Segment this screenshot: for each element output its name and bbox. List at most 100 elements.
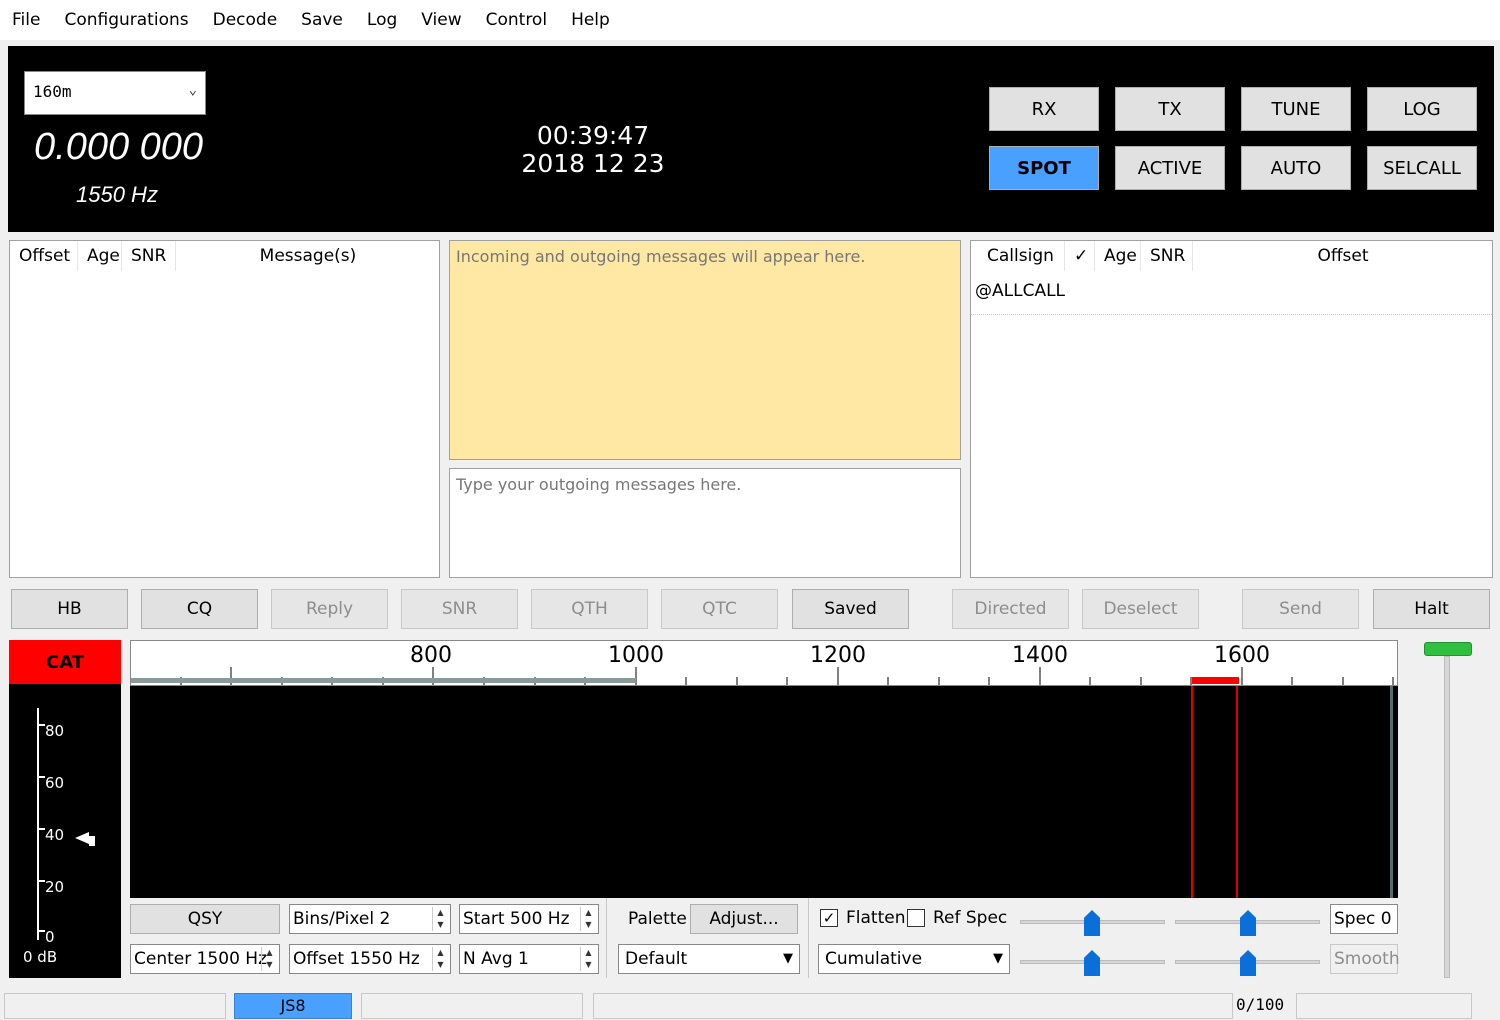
outgoing-message-input[interactable]: Type your outgoing messages here. <box>449 468 961 578</box>
smooth-spinbox[interactable]: Smooth <box>1330 944 1400 974</box>
spectrum-mode-select[interactable]: Cumulative ▼ <box>818 944 1010 974</box>
qth-button[interactable]: QTH <box>531 589 648 629</box>
col-messages[interactable]: Message(s) <box>176 241 440 271</box>
utc-clock: 00:39:47 2018 12 23 <box>468 122 718 178</box>
status-segment <box>4 993 226 1019</box>
col-offset[interactable]: Offset <box>1193 241 1493 271</box>
selcall-button[interactable]: SELCALL <box>1367 146 1477 190</box>
offset-spinbox[interactable]: Offset 1550 Hz ▲ ▼ <box>289 944 451 974</box>
navg-value: N Avg 1 <box>463 949 529 969</box>
spin-arrows-icon[interactable]: ▲ ▼ <box>580 947 596 971</box>
hb-button[interactable]: HB <box>11 589 128 629</box>
dial-frequency: 0.000 000 <box>34 126 204 168</box>
bins-spinbox[interactable]: Bins/Pixel 2 ▲ ▼ <box>289 904 451 934</box>
clock-time: 00:39:47 <box>536 121 650 150</box>
col-age[interactable]: Age <box>78 241 122 271</box>
saved-button[interactable]: Saved <box>792 589 909 629</box>
meter-tick <box>37 930 45 932</box>
menu-save[interactable]: Save <box>289 0 355 40</box>
spectrum-mode-value: Cumulative <box>825 949 923 969</box>
volume-slider-track[interactable] <box>1444 656 1450 978</box>
menu-configurations[interactable]: Configurations <box>52 0 200 40</box>
status-segment <box>1296 993 1472 1019</box>
qtc-button[interactable]: QTC <box>661 589 778 629</box>
menu-view[interactable]: View <box>409 0 473 40</box>
palette-select[interactable]: Default ▼ <box>618 944 800 974</box>
col-offset[interactable]: Offset <box>10 241 78 271</box>
active-button[interactable]: ACTIVE <box>1115 146 1225 190</box>
tx-marker-right <box>1236 686 1238 898</box>
clock-date: 2018 12 23 <box>521 149 665 178</box>
ref-spec-label: Ref Spec <box>933 908 1008 928</box>
meter-tick-label: 20 <box>45 878 65 896</box>
spectrum-zero-slider-knob[interactable] <box>1240 950 1256 976</box>
status-segment <box>361 993 583 1019</box>
menu-bar: File Configurations Decode Save Log View… <box>0 0 1500 40</box>
log-button[interactable]: LOG <box>1367 87 1477 131</box>
menu-decode[interactable]: Decode <box>201 0 290 40</box>
deselect-button[interactable]: Deselect <box>1082 589 1199 629</box>
ref-spec-checkbox[interactable] <box>907 909 925 927</box>
spot-button[interactable]: SPOT <box>989 146 1099 190</box>
spin-arrows-icon[interactable]: ▲ ▼ <box>580 907 596 931</box>
col-age[interactable]: Age <box>1095 241 1141 271</box>
col-snr[interactable]: SNR <box>122 241 176 271</box>
volume-slider-handle[interactable] <box>1424 642 1472 656</box>
audio-offset: 1550 Hz <box>76 182 158 207</box>
qsy-button[interactable]: QSY <box>130 904 280 934</box>
auto-button[interactable]: AUTO <box>1241 146 1351 190</box>
menu-help[interactable]: Help <box>559 0 622 40</box>
spec-spinbox[interactable]: Spec 0 <box>1330 904 1398 934</box>
band-select[interactable]: 160m ⌄ <box>24 71 206 115</box>
waterfall-display[interactable] <box>130 686 1398 898</box>
chevron-down-icon: ⌄ <box>188 82 197 98</box>
flatten-label: Flatten <box>846 908 906 928</box>
cat-indicator[interactable]: CAT <box>9 640 121 684</box>
col-callsign[interactable]: Callsign <box>971 241 1065 271</box>
waterfall-edge <box>1390 686 1393 898</box>
adjust-button[interactable]: Adjust... <box>690 904 798 934</box>
spin-arrows-icon[interactable]: ▲ ▼ <box>432 947 448 971</box>
smooth-value: Smooth <box>1334 949 1400 969</box>
col-check[interactable]: ✓ <box>1065 241 1095 271</box>
meter-pointer-icon <box>75 832 89 844</box>
dropdown-arrow-icon: ▼ <box>993 951 1003 966</box>
progress-bar <box>593 993 1233 1019</box>
scale-label-1000: 1000 <box>608 643 664 668</box>
snr-button[interactable]: SNR <box>401 589 518 629</box>
center-spinbox[interactable]: Center 1500 Hz ▲ ▼ <box>130 944 280 974</box>
spin-arrows-icon[interactable]: ▲ ▼ <box>432 907 448 931</box>
band-select-value: 160m <box>33 82 72 101</box>
tune-button[interactable]: TUNE <box>1241 87 1351 131</box>
band-activity-panel[interactable]: Offset Age SNR Message(s) <box>9 240 440 578</box>
meter-tick <box>37 880 45 882</box>
halt-button[interactable]: Halt <box>1373 589 1490 629</box>
tx-button[interactable]: TX <box>1115 87 1225 131</box>
send-button[interactable]: Send <box>1242 589 1359 629</box>
zero-slider-knob[interactable] <box>1240 910 1256 936</box>
start-spinbox[interactable]: Start 500 Hz ▲ ▼ <box>459 904 599 934</box>
menu-control[interactable]: Control <box>474 0 559 40</box>
gain-slider-knob[interactable] <box>1084 910 1100 936</box>
navg-spinbox[interactable]: N Avg 1 ▲ ▼ <box>459 944 599 974</box>
offset-value: Offset 1550 Hz <box>293 949 420 969</box>
incoming-messages[interactable]: Incoming and outgoing messages will appe… <box>449 240 961 460</box>
spectrum-gain-slider-knob[interactable] <box>1084 950 1100 976</box>
directed-button[interactable]: Directed <box>952 589 1069 629</box>
call-activity-panel[interactable]: Callsign ✓ Age SNR Offset @ALLCALL <box>970 240 1493 578</box>
flatten-checkbox[interactable]: ✓ <box>820 909 838 927</box>
spin-arrows-icon[interactable]: ▲ ▼ <box>261 947 277 971</box>
meter-tick-label: 80 <box>45 722 65 740</box>
col-snr[interactable]: SNR <box>1141 241 1193 271</box>
meter-tick <box>37 776 45 778</box>
meter-reading: 0 dB <box>23 948 58 966</box>
rx-button[interactable]: RX <box>989 87 1099 131</box>
cq-button[interactable]: CQ <box>141 589 258 629</box>
menu-log[interactable]: Log <box>355 0 409 40</box>
list-item[interactable]: @ALLCALL <box>971 271 1492 315</box>
menu-file[interactable]: File <box>0 0 52 40</box>
frequency-scale[interactable]: 800 1000 1200 1400 1600 <box>130 640 1398 686</box>
palette-label: Palette <box>628 909 687 929</box>
palette-value: Default <box>625 949 688 969</box>
reply-button[interactable]: Reply <box>271 589 388 629</box>
